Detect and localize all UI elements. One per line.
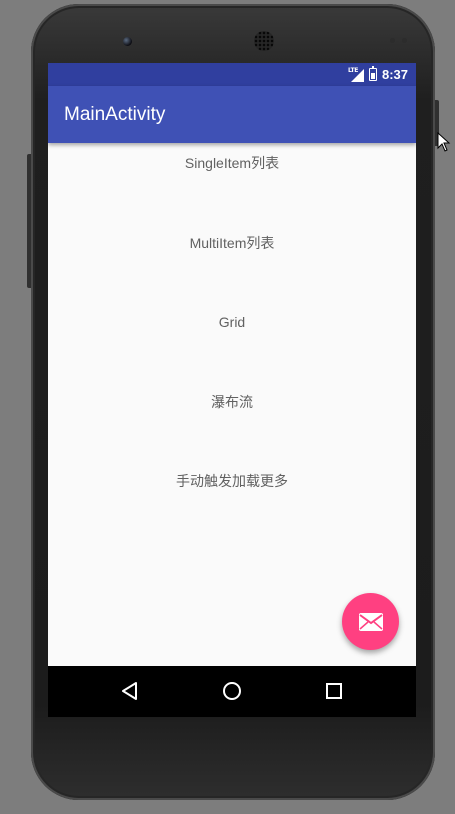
nav-back-button[interactable] xyxy=(115,676,145,706)
recents-icon xyxy=(326,683,342,699)
menu-item-grid[interactable]: Grid xyxy=(48,304,416,340)
menu-item-label: MultiItem列表 xyxy=(189,235,275,251)
menu-item-multi-item[interactable]: MultiItem列表 xyxy=(48,225,416,261)
proximity-sensor xyxy=(390,38,395,43)
network-label: LTE xyxy=(347,66,359,74)
menu-item-label: SingleItem列表 xyxy=(184,155,280,171)
menu-item-waterfall[interactable]: 瀑布流 xyxy=(48,384,416,420)
menu-item-label: 手动触发加载更多 xyxy=(176,473,288,489)
earpiece-speaker xyxy=(254,31,274,51)
mouse-cursor-icon xyxy=(437,132,451,152)
status-time: 8:37 xyxy=(381,67,408,82)
nav-home-button[interactable] xyxy=(217,676,247,706)
device-screen: LTE 8:37 MainActivity SingleItem列表 Multi… xyxy=(48,63,416,717)
nav-recents-button[interactable] xyxy=(319,676,349,706)
home-icon xyxy=(223,682,241,700)
toolbar-title: MainActivity xyxy=(64,104,166,125)
menu-item-label: Grid xyxy=(218,314,246,330)
back-icon xyxy=(122,682,137,700)
navigation-bar xyxy=(48,666,416,717)
light-sensor xyxy=(402,38,407,43)
mail-icon xyxy=(358,612,383,631)
mail-fab-button[interactable] xyxy=(342,593,399,650)
app-toolbar: MainActivity xyxy=(48,86,416,143)
menu-item-single-item[interactable]: SingleItem列表 xyxy=(48,145,416,181)
front-camera xyxy=(123,37,132,46)
menu-item-label: 瀑布流 xyxy=(211,394,253,410)
menu-item-manual-load-more[interactable]: 手动触发加载更多 xyxy=(48,463,416,499)
status-bar: LTE 8:37 xyxy=(48,63,416,86)
battery-icon xyxy=(368,66,377,81)
signal-icon: LTE xyxy=(347,66,364,82)
